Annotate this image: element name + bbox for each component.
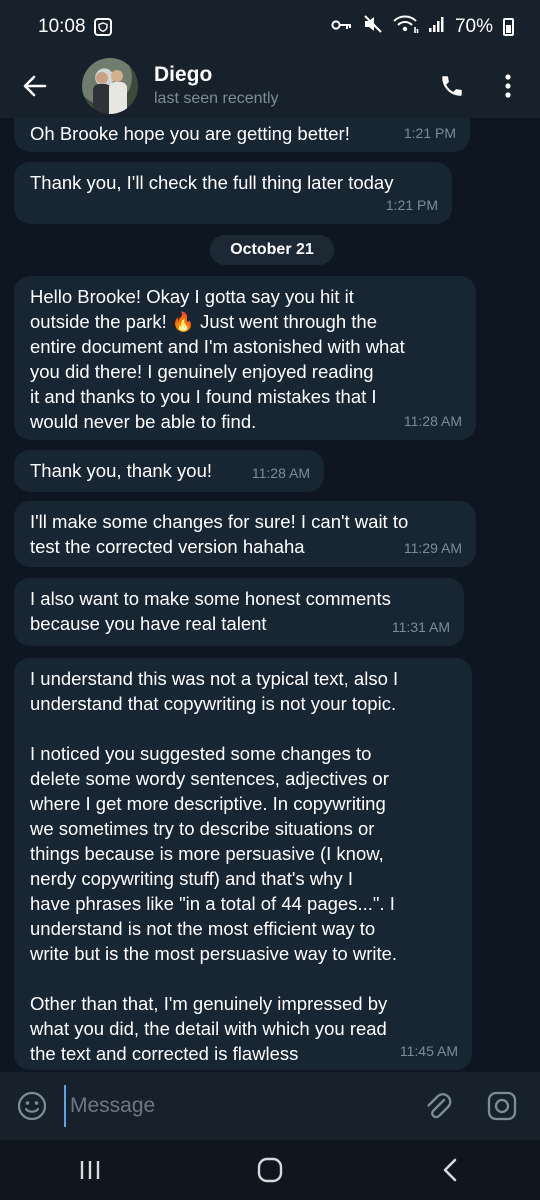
arrow-left-icon	[23, 75, 47, 97]
nav-back-button[interactable]	[390, 1140, 510, 1200]
message-bubble[interactable]: Oh Brooke hope you are getting better! 1…	[14, 118, 470, 152]
paperclip-icon	[427, 1093, 452, 1119]
signal-icon	[428, 16, 445, 38]
peer-info[interactable]: Diego last seen recently	[154, 62, 424, 110]
message-time: 1:21 PM	[403, 125, 456, 141]
message-bubble[interactable]: I understand this was not a typical text…	[14, 658, 472, 1070]
message-text: Oh Brooke hope you are getting better!	[30, 123, 350, 144]
recents-icon	[80, 1161, 100, 1179]
message-time: 11:45 AM	[399, 1043, 458, 1059]
emoji-button[interactable]	[0, 1072, 64, 1140]
battery-icon	[503, 18, 514, 36]
message-time: 1:21 PM	[385, 197, 438, 213]
camera-button[interactable]	[470, 1072, 534, 1140]
message-input[interactable]	[64, 1085, 406, 1127]
message-bubble[interactable]: Hello Brooke! Okay I gotta say you hit i…	[14, 276, 476, 440]
message-composer	[0, 1072, 540, 1140]
message-time: 11:28 AM	[251, 465, 310, 481]
camera-icon	[487, 1091, 517, 1121]
peer-name: Diego	[154, 63, 213, 86]
mute-icon	[363, 15, 383, 39]
chat-header: Diego last seen recently	[0, 54, 540, 118]
peer-status: last seen recently	[154, 90, 279, 107]
message-text: Thank you, I'll check the full thing lat…	[30, 172, 394, 193]
attach-button[interactable]	[406, 1072, 470, 1140]
key-icon	[331, 16, 353, 38]
more-button[interactable]	[480, 54, 536, 118]
message-bubble[interactable]: Thank you, I'll check the full thing lat…	[14, 162, 452, 224]
wifi-icon	[393, 15, 419, 39]
message-time: 11:28 AM	[403, 413, 462, 429]
message-text: I also want to make some honest comments…	[30, 588, 391, 634]
message-bubble[interactable]: I'll make some changes for sure! I can't…	[14, 501, 476, 567]
message-text: I understand this was not a typical text…	[30, 668, 399, 1064]
back-button[interactable]	[0, 54, 70, 118]
system-nav-bar	[0, 1140, 540, 1200]
status-bar: 10:08 70%	[0, 0, 540, 54]
phone-icon	[442, 76, 462, 96]
message-bubble[interactable]: Thank you, thank you! 11:28 AM	[14, 450, 324, 492]
home-icon	[257, 1157, 283, 1183]
recents-button[interactable]	[30, 1140, 150, 1200]
status-time: 10:08	[38, 16, 86, 37]
chevron-left-icon	[443, 1158, 457, 1182]
status-left: 10:08	[38, 16, 112, 38]
message-bubble[interactable]: I also want to make some honest comments…	[14, 578, 464, 646]
message-time: 11:31 AM	[391, 619, 450, 635]
date-separator: October 21	[210, 235, 334, 265]
avatar[interactable]	[82, 58, 138, 114]
message-time: 11:29 AM	[403, 540, 462, 556]
message-text: Hello Brooke! Okay I gotta say you hit i…	[30, 286, 405, 432]
more-vertical-icon	[505, 74, 511, 98]
message-text: I'll make some changes for sure! I can't…	[30, 511, 409, 557]
status-right: 70%	[331, 15, 514, 39]
shield-icon	[93, 18, 112, 36]
call-button[interactable]	[424, 54, 480, 118]
home-button[interactable]	[210, 1140, 330, 1200]
emoji-icon	[17, 1091, 47, 1121]
battery-percent: 70%	[454, 16, 493, 37]
message-list[interactable]: Oh Brooke hope you are getting better! 1…	[0, 118, 540, 1072]
